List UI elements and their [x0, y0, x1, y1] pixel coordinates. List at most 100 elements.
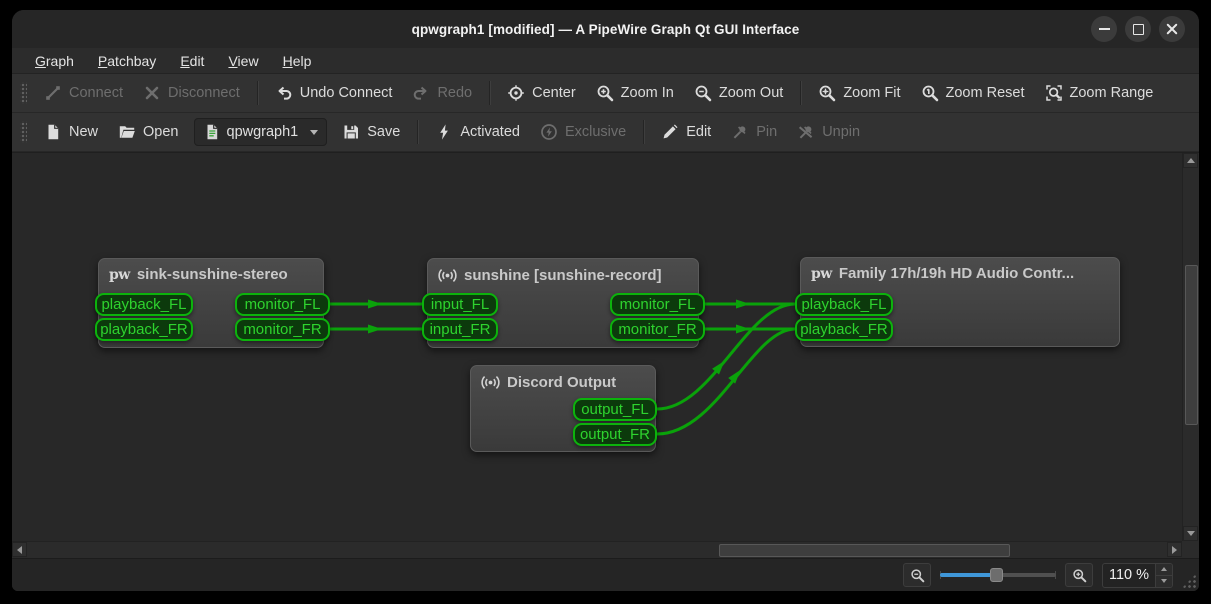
port-input-fl[interactable]: input_FL — [422, 293, 498, 316]
close-button[interactable] — [1159, 16, 1185, 42]
save-button[interactable]: Save — [333, 118, 409, 146]
disconnect-button[interactable]: Disconnect — [134, 79, 249, 107]
scroll-left-button[interactable] — [12, 542, 27, 557]
zoom-range-icon — [1045, 84, 1063, 102]
pin-icon — [731, 123, 749, 141]
node-title: sink-sunshine-stereo — [137, 266, 288, 283]
horizontal-scroll-thumb[interactable] — [719, 544, 1010, 557]
scroll-down-button[interactable] — [1183, 526, 1198, 541]
zoom-spinbox — [1102, 563, 1173, 588]
node-title: Discord Output — [507, 374, 616, 391]
pipewire-icon: pw — [811, 266, 832, 282]
center-button[interactable]: Center — [498, 79, 585, 107]
close-icon — [1166, 23, 1178, 35]
bolt-icon — [435, 123, 453, 141]
new-file-icon — [44, 123, 62, 141]
toolbar-separator — [800, 81, 801, 105]
statusbar-zoom-out-button[interactable] — [903, 563, 931, 587]
toolbar-separator — [643, 120, 644, 144]
horizontal-scrollbar[interactable] — [12, 541, 1182, 558]
new-button[interactable]: New — [35, 118, 107, 146]
pipewire-icon: pw — [109, 267, 130, 283]
minimize-button[interactable] — [1091, 16, 1117, 42]
exclusive-button[interactable]: Exclusive — [531, 118, 635, 146]
zoom-slider-handle[interactable] — [990, 568, 1003, 582]
edit-button[interactable]: Edit — [652, 118, 720, 146]
toolbar-drag-handle[interactable] — [20, 121, 27, 143]
connect-icon — [44, 84, 62, 102]
zoom-reset-button[interactable]: Zoom Reset — [912, 79, 1034, 107]
port-output-fl[interactable]: output_FL — [573, 398, 657, 421]
zoom-reset-icon — [921, 84, 939, 102]
port-monitor-fl[interactable]: monitor_FL — [610, 293, 705, 316]
window-resize-grip[interactable] — [1182, 574, 1196, 588]
statusbar-zoom-in-button[interactable] — [1065, 563, 1093, 587]
menu-patchbay[interactable]: Patchbay — [87, 51, 167, 71]
scroll-right-button[interactable] — [1167, 542, 1182, 557]
zoom-in-button[interactable]: Zoom In — [587, 79, 683, 107]
chevron-down-icon — [310, 130, 318, 135]
zoom-slider[interactable] — [940, 564, 1056, 586]
window-title: qpwgraph1 [modified] — A PipeWire Graph … — [12, 10, 1199, 48]
toolbar-separator — [489, 81, 490, 105]
toolbar-separator — [257, 81, 258, 105]
node-title: sunshine [sunshine-record] — [464, 267, 662, 284]
port-playback-fr[interactable]: playback_FR — [795, 318, 893, 341]
zoom-fit-button[interactable]: Zoom Fit — [809, 79, 909, 107]
center-icon — [507, 84, 525, 102]
zoom-out-icon — [910, 568, 925, 583]
toolbar-edit: Connect Disconnect Undo Connect Redo — [12, 74, 1199, 113]
minimize-icon — [1099, 28, 1110, 30]
vertical-scroll-thumb[interactable] — [1185, 265, 1198, 425]
port-monitor-fl[interactable]: monitor_FL — [235, 293, 330, 316]
node-title: Family 17h/19h HD Audio Contr... — [839, 265, 1074, 282]
port-output-fr[interactable]: output_FR — [573, 423, 657, 446]
unpin-button[interactable]: Unpin — [788, 118, 869, 146]
port-playback-fl[interactable]: playback_FL — [95, 293, 193, 316]
patchbay-selector[interactable]: qpwgraph1 — [194, 118, 328, 146]
menu-help[interactable]: Help — [272, 51, 323, 71]
open-folder-icon — [118, 123, 136, 141]
menu-edit[interactable]: Edit — [169, 51, 215, 71]
maximize-button[interactable] — [1125, 16, 1151, 42]
menu-graph[interactable]: Graph — [24, 51, 85, 71]
zoom-fit-icon — [818, 84, 836, 102]
scrollbar-corner — [1182, 541, 1199, 558]
pin-button[interactable]: Pin — [722, 118, 786, 146]
zoom-in-icon — [1072, 568, 1087, 583]
zoom-spin-up-button[interactable] — [1156, 564, 1172, 575]
open-button[interactable]: Open — [109, 118, 187, 146]
zoom-out-button[interactable]: Zoom Out — [685, 79, 792, 107]
port-playback-fr[interactable]: playback_FR — [95, 318, 193, 341]
app-window: qpwgraph1 [modified] — A PipeWire Graph … — [12, 10, 1199, 591]
bolt-circle-icon — [540, 123, 558, 141]
titlebar[interactable]: qpwgraph1 [modified] — A PipeWire Graph … — [12, 10, 1199, 48]
zoom-range-button[interactable]: Zoom Range — [1036, 79, 1163, 107]
port-input-fr[interactable]: input_FR — [422, 318, 498, 341]
stream-icon — [481, 373, 500, 392]
port-monitor-fr[interactable]: monitor_FR — [610, 318, 705, 341]
activated-button[interactable]: Activated — [426, 118, 529, 146]
save-icon — [342, 123, 360, 141]
undo-icon — [275, 84, 293, 102]
pencil-icon — [661, 123, 679, 141]
menu-view[interactable]: View — [217, 51, 269, 71]
zoom-in-icon — [596, 84, 614, 102]
scroll-up-button[interactable] — [1183, 153, 1198, 168]
window-controls — [1091, 16, 1185, 42]
statusbar — [12, 558, 1199, 591]
vertical-scrollbar[interactable] — [1182, 153, 1199, 541]
port-playback-fl[interactable]: playback_FL — [795, 293, 893, 316]
zoom-out-icon — [694, 84, 712, 102]
unpin-icon — [797, 123, 815, 141]
toolbar-patchbay: New Open qpwgraph1 Save Act — [12, 113, 1199, 152]
zoom-spin-down-button[interactable] — [1156, 575, 1172, 587]
redo-button[interactable]: Redo — [403, 79, 481, 107]
connect-button[interactable]: Connect — [35, 79, 132, 107]
toolbar-drag-handle[interactable] — [20, 82, 27, 104]
port-monitor-fr[interactable]: monitor_FR — [235, 318, 330, 341]
patchbay-selector-value: qpwgraph1 — [227, 124, 299, 140]
graph-canvas[interactable]: pw sink-sunshine-stereo sunshine [sunshi… — [12, 152, 1199, 558]
zoom-value-input[interactable] — [1103, 564, 1155, 587]
undo-connect-button[interactable]: Undo Connect — [266, 79, 402, 107]
